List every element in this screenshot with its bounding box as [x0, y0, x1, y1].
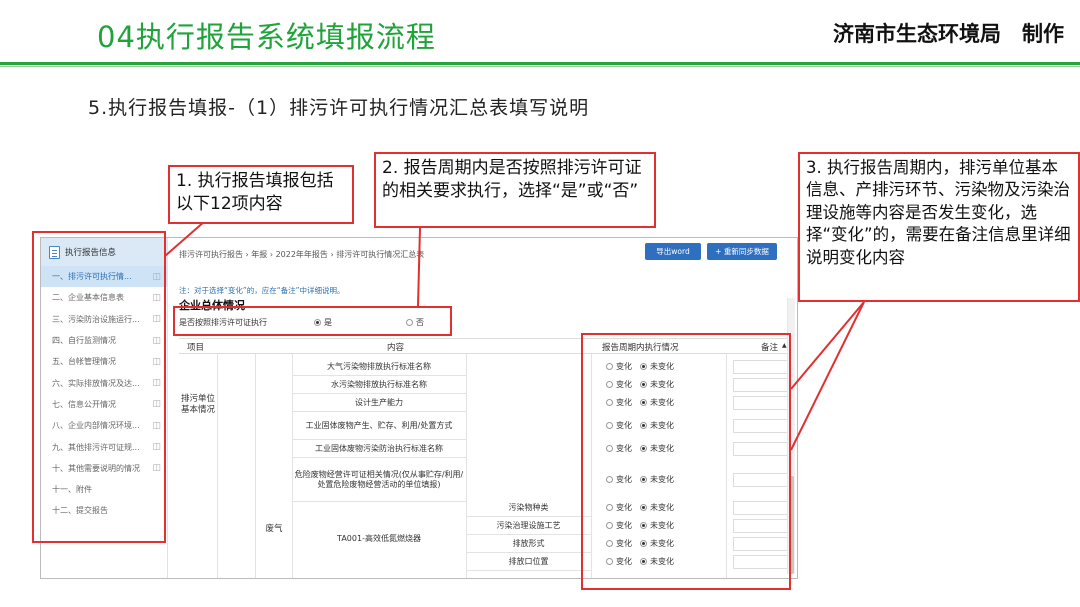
callout-compliance: 2. 报告周期内是否按照排污许可证的相关要求执行，选择“是”或“否” [374, 152, 656, 228]
slide: 04执行报告系统填报流程 济南市生态环境局 制作 5.执行报告填报-（1）排污许… [0, 0, 1080, 607]
callout-change-status: 3. 执行报告周期内，排污单位基本信息、产排污环节、污染物及污染治理设施等内容是… [798, 152, 1080, 302]
callout-connectors [164, 213, 865, 451]
callout-12-items: 1. 执行报告填报包括以下12项内容 [168, 165, 354, 224]
